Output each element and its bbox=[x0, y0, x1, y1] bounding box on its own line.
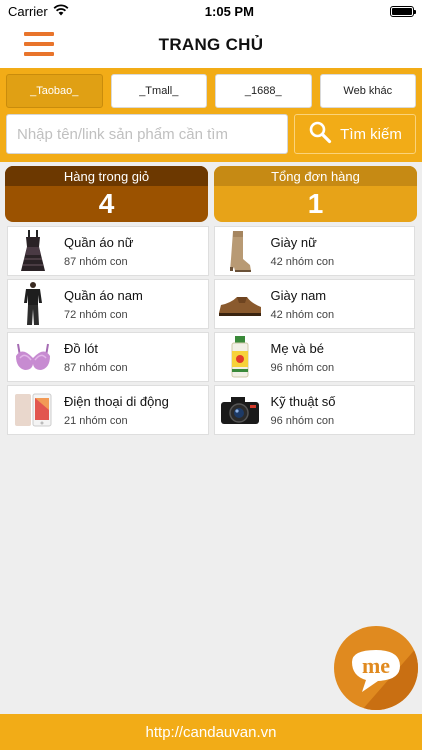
search-panel: _Taobao_ _Tmall_ _1688_ Web khác Tìm kiế… bbox=[0, 68, 422, 162]
orders-stat-label: Tổng đơn hàng bbox=[214, 166, 417, 186]
tab-taobao[interactable]: _Taobao_ bbox=[6, 74, 103, 108]
search-button[interactable]: Tìm kiếm bbox=[294, 114, 416, 154]
baby-bottle-image bbox=[215, 333, 265, 381]
category-count: 87 nhóm con bbox=[64, 255, 128, 268]
smartphone-image bbox=[8, 386, 58, 434]
category-text: Kỹ thuật số 96 nhóm con bbox=[265, 394, 336, 427]
category-name: Điện thoại di động bbox=[64, 393, 169, 409]
category-count: 42 nhóm con bbox=[270, 308, 335, 321]
footer-link[interactable]: http://candauvan.vn bbox=[0, 714, 422, 750]
tab-tmall[interactable]: _Tmall_ bbox=[110, 74, 207, 108]
search-button-label: Tìm kiếm bbox=[340, 125, 402, 143]
source-tabs: _Taobao_ _Tmall_ _1688_ Web khác bbox=[6, 74, 416, 108]
tab-1688[interactable]: _1688_ bbox=[215, 74, 312, 108]
chat-label: me bbox=[362, 653, 390, 678]
cart-stat-value: 4 bbox=[98, 188, 115, 219]
category-quan-ao-nu[interactable]: Quần áo nữ 87 nhóm con bbox=[7, 226, 209, 276]
category-count: 21 nhóm con bbox=[64, 414, 128, 427]
category-me-va-be[interactable]: Mẹ và bé 96 nhóm con bbox=[213, 332, 415, 382]
search-row: Tìm kiếm bbox=[6, 114, 416, 154]
category-name: Giày nam bbox=[270, 287, 327, 303]
category-text: Mẹ và bé 96 nhóm con bbox=[265, 341, 335, 374]
stats-row: Hàng trong giỏ 4 Tổng đơn hàng 1 bbox=[0, 162, 422, 226]
mens-outfit-image bbox=[8, 280, 58, 328]
category-ky-thuat-so[interactable]: Kỹ thuật số 96 nhóm con bbox=[213, 385, 415, 435]
bra-image bbox=[8, 333, 58, 381]
category-name: Đồ lót bbox=[64, 340, 98, 356]
tab-web-khac[interactable]: Web khác bbox=[319, 74, 416, 108]
category-text: Đồ lót 87 nhóm con bbox=[58, 341, 128, 374]
clock: 1:05 PM bbox=[204, 3, 254, 19]
category-name: Mẹ và bé bbox=[270, 340, 324, 356]
category-text: Quần áo nam 72 nhóm con bbox=[58, 288, 143, 321]
hamburger-menu-icon[interactable] bbox=[24, 32, 54, 56]
category-text: Điện thoại di động 21 nhóm con bbox=[58, 394, 169, 427]
orders-stat-card[interactable]: Tổng đơn hàng 1 bbox=[214, 166, 417, 222]
search-icon bbox=[308, 120, 332, 148]
cart-stat-card[interactable]: Hàng trong giỏ 4 bbox=[5, 166, 208, 222]
status-bar: Carrier 1:05 PM bbox=[0, 0, 422, 22]
dress-image bbox=[8, 227, 58, 275]
chat-bubble-button[interactable]: me bbox=[334, 626, 418, 710]
category-name: Quần áo nữ bbox=[64, 234, 134, 250]
category-count: 96 nhóm con bbox=[270, 361, 335, 374]
search-input[interactable] bbox=[6, 114, 288, 154]
battery-icon bbox=[390, 5, 416, 17]
category-text: Giày nữ 42 nhóm con bbox=[265, 235, 335, 268]
category-quan-ao-nam[interactable]: Quần áo nam 72 nhóm con bbox=[7, 279, 209, 329]
category-dien-thoai-di-dong[interactable]: Điện thoại di động 21 nhóm con bbox=[7, 385, 209, 435]
category-grid: Quần áo nữ 87 nhóm con Giày nữ 42 nhóm c… bbox=[0, 226, 422, 435]
orders-stat-value: 1 bbox=[307, 188, 324, 219]
category-text: Giày nam 42 nhóm con bbox=[265, 288, 335, 321]
mens-shoe-image bbox=[215, 280, 265, 328]
category-do-lot[interactable]: Đồ lót 87 nhóm con bbox=[7, 332, 209, 382]
category-count: 87 nhóm con bbox=[64, 361, 128, 374]
nav-bar: TRANG CHỦ bbox=[0, 22, 422, 68]
category-count: 96 nhóm con bbox=[270, 414, 335, 427]
category-count: 72 nhóm con bbox=[64, 308, 128, 321]
category-name: Quần áo nam bbox=[64, 287, 143, 303]
status-left: Carrier bbox=[8, 4, 69, 19]
page-title: TRANG CHỦ bbox=[158, 35, 264, 54]
chat-bubble-icon: me bbox=[352, 646, 418, 710]
womens-boot-image bbox=[215, 227, 265, 275]
category-name: Giày nữ bbox=[270, 234, 317, 250]
wifi-icon bbox=[53, 3, 69, 19]
category-count: 42 nhóm con bbox=[270, 255, 335, 268]
camera-image bbox=[215, 386, 265, 434]
cart-stat-label: Hàng trong giỏ bbox=[5, 166, 208, 186]
category-name: Kỹ thuật số bbox=[270, 393, 336, 409]
category-giay-nam[interactable]: Giày nam 42 nhóm con bbox=[213, 279, 415, 329]
category-giay-nu[interactable]: Giày nữ 42 nhóm con bbox=[213, 226, 415, 276]
category-text: Quần áo nữ 87 nhóm con bbox=[58, 235, 133, 268]
carrier-label: Carrier bbox=[8, 3, 48, 19]
